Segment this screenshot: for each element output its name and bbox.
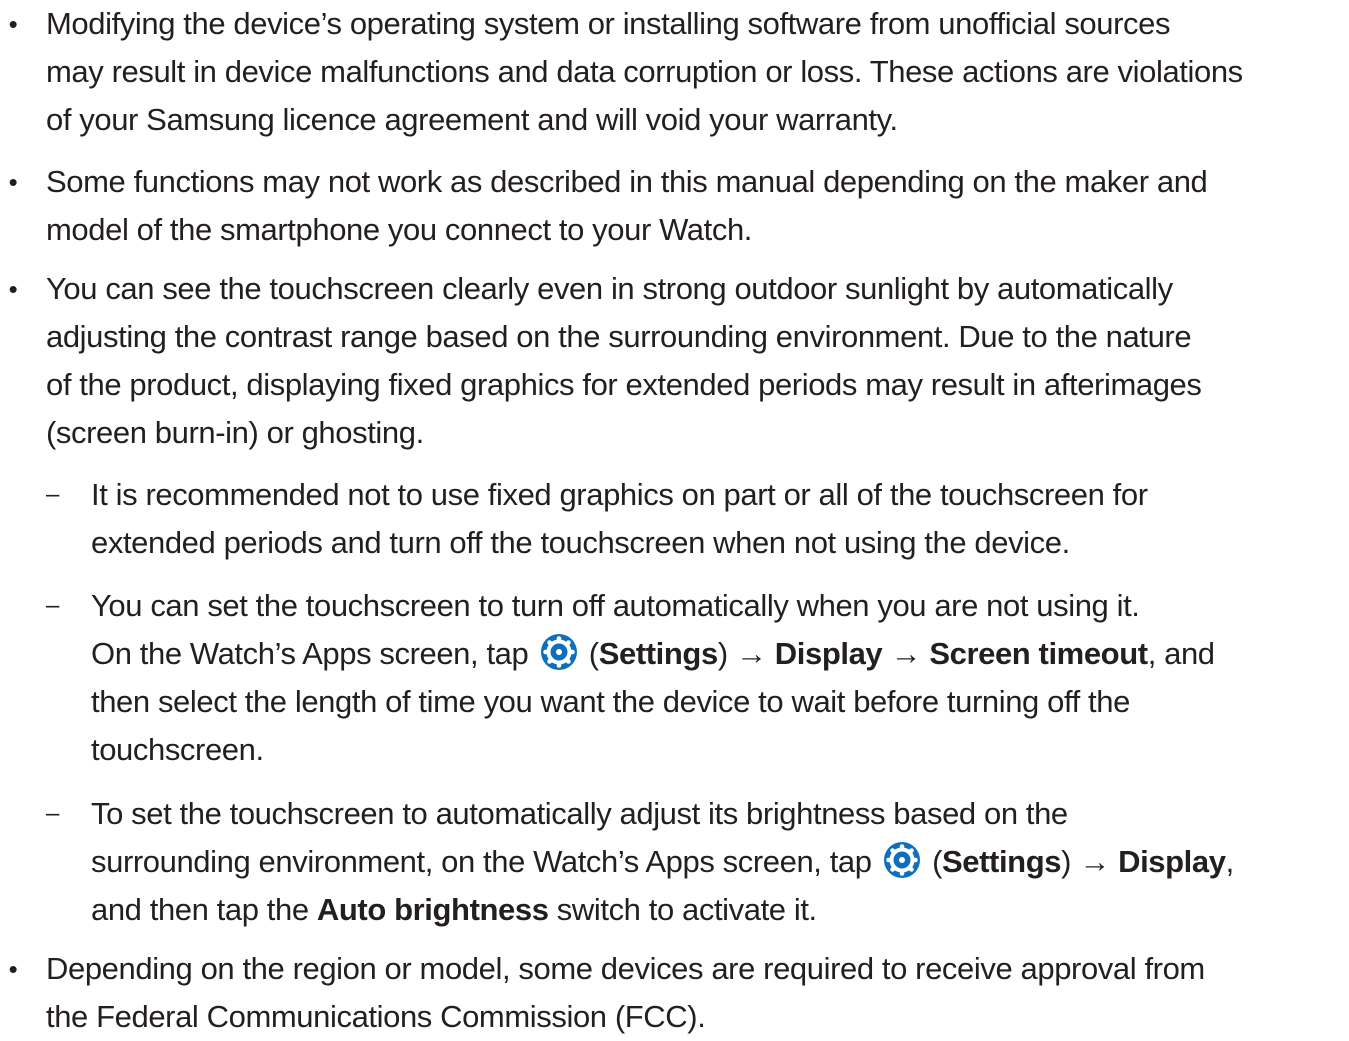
text-line: touchscreen. xyxy=(91,732,264,767)
auto-brightness-label: Auto brightness xyxy=(316,892,549,927)
bullet-text: You can see the touchscreen clearly even… xyxy=(46,265,1346,457)
dash-marker: – xyxy=(46,592,59,619)
text-line: may result in device malfunctions and da… xyxy=(46,54,1243,89)
text-line-with-icon: surrounding environment, on the Watch’s … xyxy=(91,838,1341,886)
text-line: Depending on the region or model, some d… xyxy=(46,951,1205,986)
settings-label: Settings xyxy=(942,844,1062,879)
text-line: adjusting the contrast range based on th… xyxy=(46,319,1192,354)
bullet-text: Modifying the device’s operating system … xyxy=(46,0,1346,144)
text-line: and then tap the Auto brightness switch … xyxy=(91,886,1341,934)
text-line: (screen burn-in) or ghosting. xyxy=(46,415,424,450)
instruction-text: and then tap the xyxy=(91,892,309,927)
display-label: Display xyxy=(774,636,883,671)
text-line: You can set the touchscreen to turn off … xyxy=(91,588,1140,623)
bullet-marker: • xyxy=(8,167,18,197)
screen-timeout-label: Screen timeout xyxy=(929,636,1148,671)
bullet-text: Some functions may not work as described… xyxy=(46,158,1346,254)
text-line-with-icon: On the Watch’s Apps screen, tap (Setting… xyxy=(91,630,1341,678)
text-line: You can see the touchscreen clearly even… xyxy=(46,271,1173,306)
text-line: of your Samsung licence agreement and wi… xyxy=(46,102,898,137)
text-line: the Federal Communications Commission (F… xyxy=(46,999,706,1034)
display-label: Display xyxy=(1118,844,1226,879)
paren-close: ) xyxy=(1061,844,1072,879)
dash-marker: – xyxy=(46,481,59,508)
dash-marker: – xyxy=(46,800,59,827)
bullet-marker: • xyxy=(8,9,18,39)
text-line: It is recommended not to use fixed graph… xyxy=(91,477,1148,512)
bullet-text: Depending on the region or model, some d… xyxy=(46,945,1346,1041)
instruction-text: switch to activate it. xyxy=(556,892,817,927)
instruction-text: On the Watch’s Apps screen, tap xyxy=(91,636,529,671)
paren-open: ( xyxy=(588,636,599,671)
text-line: then select the length of time you want … xyxy=(91,684,1130,719)
text-line: of the product, displaying fixed graphic… xyxy=(46,367,1202,402)
paren-close: ) xyxy=(717,636,728,671)
text-line: To set the touchscreen to automatically … xyxy=(91,796,1068,831)
paren-open: ( xyxy=(932,844,942,879)
text-line: Modifying the device’s operating system … xyxy=(46,6,1171,41)
settings-gear-icon xyxy=(883,842,920,878)
settings-gear-icon xyxy=(540,634,577,670)
instruction-text: , and xyxy=(1147,636,1215,671)
bullet-marker: • xyxy=(8,274,18,304)
arrow-glyph: → xyxy=(735,636,767,671)
settings-label: Settings xyxy=(598,636,718,671)
sub-item-text: You can set the touchscreen to turn off … xyxy=(91,582,1341,774)
comma: , xyxy=(1225,844,1235,879)
instruction-text: surrounding environment, on the Watch’s … xyxy=(91,844,872,879)
text-line: model of the smartphone you connect to y… xyxy=(46,212,753,247)
bullet-marker: • xyxy=(8,954,18,984)
sub-item-text: It is recommended not to use fixed graph… xyxy=(91,471,1341,567)
text-line: extended periods and turn off the touchs… xyxy=(91,525,1070,560)
text-line: Some functions may not work as described… xyxy=(46,164,1208,199)
arrow-glyph: → xyxy=(890,636,922,671)
arrow-glyph: → xyxy=(1079,844,1110,879)
sub-item-text: To set the touchscreen to automatically … xyxy=(91,790,1341,934)
